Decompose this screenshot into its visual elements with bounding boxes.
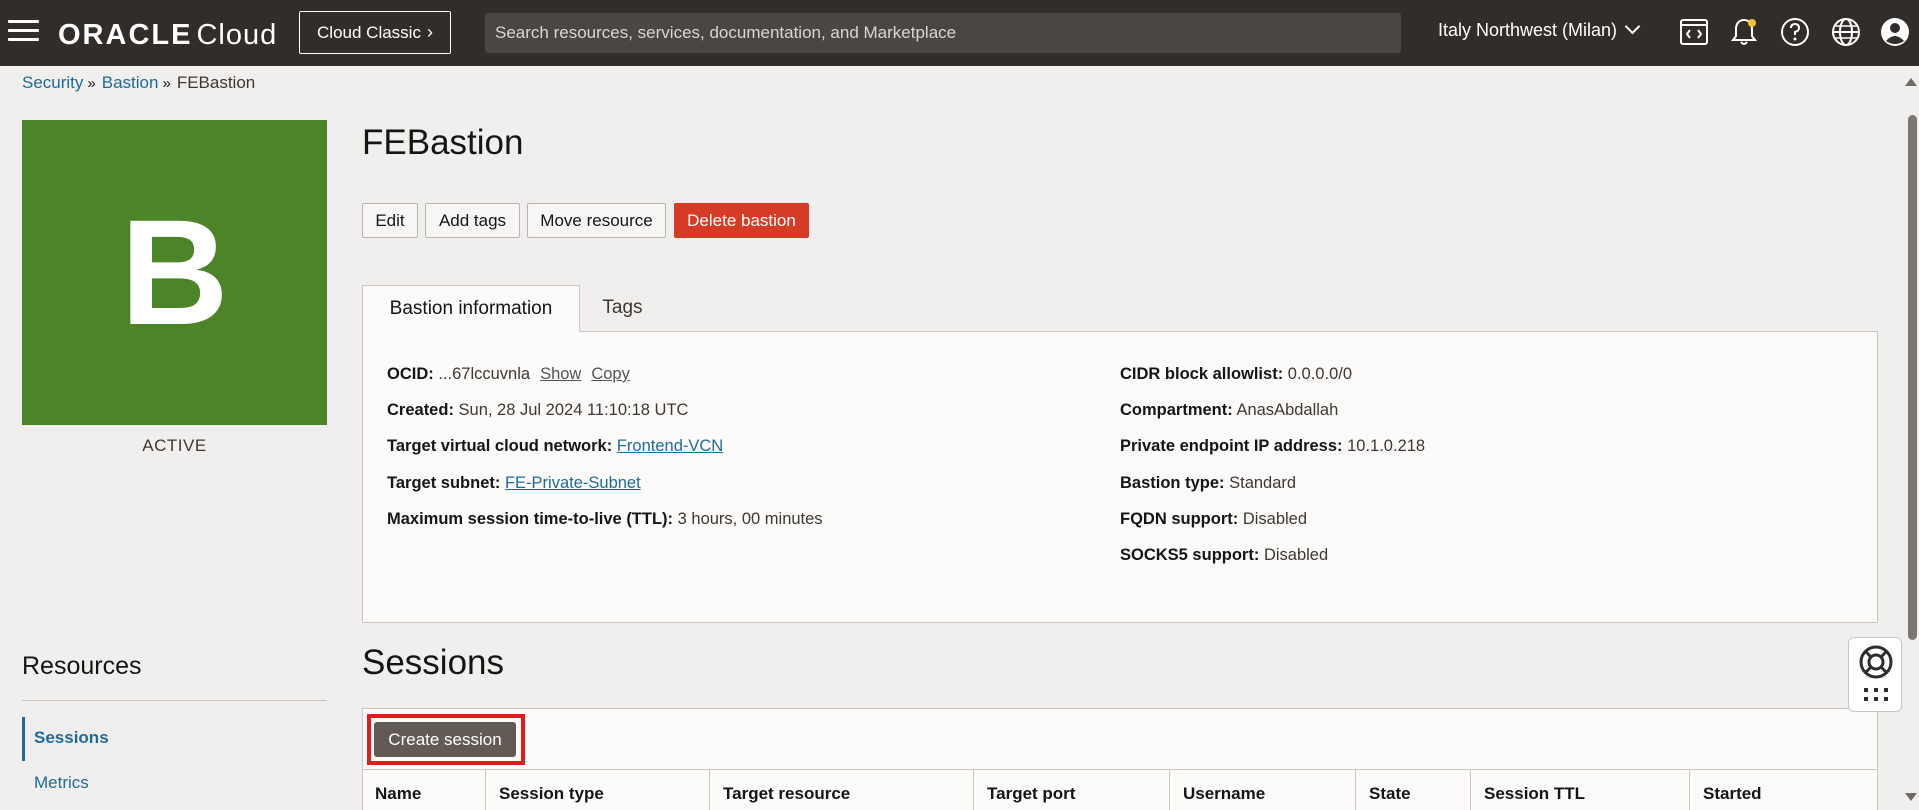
search-input[interactable]: Search resources, services, documentatio… bbox=[485, 13, 1401, 53]
resource-link-sessions[interactable]: Sessions bbox=[22, 717, 109, 761]
column-header-username[interactable]: Username bbox=[1170, 770, 1356, 810]
socks5-support-field: SOCKS5 support: Disabled bbox=[1120, 546, 1329, 564]
column-header-session-type[interactable]: Session type bbox=[486, 770, 710, 810]
create-session-button[interactable]: Create session bbox=[374, 722, 516, 757]
language-globe-icon[interactable] bbox=[1830, 16, 1862, 48]
column-header-state[interactable]: State bbox=[1356, 770, 1471, 810]
delete-bastion-button[interactable]: Delete bastion bbox=[674, 203, 809, 238]
fqdn-support-field: FQDN support: Disabled bbox=[1120, 510, 1308, 528]
scroll-down-arrow-icon[interactable] bbox=[1905, 793, 1917, 801]
sessions-heading: Sessions bbox=[362, 643, 505, 682]
lifebuoy-icon bbox=[1859, 645, 1893, 701]
oracle-cloud-logo[interactable]: ORACLE Cloud bbox=[58, 19, 277, 52]
resource-tile-letter: B bbox=[120, 188, 229, 356]
ocid-field: OCID: ...67lccuvnla Show Copy bbox=[387, 365, 630, 383]
compartment-field: Compartment: AnasAbdallah bbox=[1120, 401, 1339, 419]
max-ttl-field: Maximum session time-to-live (TTL): 3 ho… bbox=[387, 510, 823, 528]
move-resource-button[interactable]: Move resource bbox=[527, 203, 666, 238]
column-header-started[interactable]: Started bbox=[1690, 770, 1878, 810]
cloud-classic-button[interactable]: Cloud Classic › bbox=[299, 11, 451, 54]
tab-bastion-information[interactable]: Bastion information bbox=[362, 285, 580, 332]
add-tags-button[interactable]: Add tags bbox=[425, 203, 520, 238]
help-widget[interactable] bbox=[1848, 637, 1902, 712]
ocid-copy-link[interactable]: Copy bbox=[591, 365, 630, 383]
target-subnet-link[interactable]: FE-Private-Subnet bbox=[505, 474, 641, 492]
page-title: FEBastion bbox=[362, 123, 524, 162]
user-profile-icon[interactable] bbox=[1879, 16, 1911, 48]
column-header-target-resource[interactable]: Target resource bbox=[710, 770, 974, 810]
code-editor-icon[interactable] bbox=[1678, 16, 1710, 48]
top-bar: ORACLE Cloud Cloud Classic › Search resour… bbox=[0, 0, 1919, 66]
scrollbar-thumb[interactable] bbox=[1908, 115, 1917, 640]
menu-icon[interactable] bbox=[8, 20, 39, 44]
target-vcn-field: Target virtual cloud network: Frontend-V… bbox=[387, 437, 724, 455]
bastion-type-field: Bastion type: Standard bbox=[1120, 474, 1297, 492]
resource-tile: B bbox=[22, 120, 327, 425]
column-header-session-ttl[interactable]: Session TTL bbox=[1471, 770, 1690, 810]
resource-link-metrics[interactable]: Metrics bbox=[34, 773, 89, 793]
chevron-right-icon: › bbox=[426, 22, 433, 42]
private-endpoint-ip-field: Private endpoint IP address: 10.1.0.218 bbox=[1120, 437, 1426, 455]
help-icon[interactable] bbox=[1779, 16, 1811, 48]
status-label: ACTIVE bbox=[142, 436, 207, 455]
scroll-up-arrow-icon[interactable] bbox=[1905, 78, 1917, 86]
resources-heading: Resources bbox=[22, 652, 142, 680]
bastion-information-panel: OCID: ...67lccuvnla Show Copy Created: Sun… bbox=[362, 331, 1878, 623]
divider bbox=[22, 700, 327, 701]
region-selector[interactable]: Italy Northwest (Milan) bbox=[1438, 18, 1641, 41]
breadcrumb-bastion[interactable]: Bastion bbox=[102, 73, 159, 92]
breadcrumb-security[interactable]: Security bbox=[22, 73, 83, 92]
sessions-table-header: Name Session type Target resource Target… bbox=[362, 769, 1878, 810]
target-subnet-field: Target subnet: FE-Private-Subnet bbox=[387, 474, 641, 492]
target-vcn-link[interactable]: Frontend-VCN bbox=[617, 437, 723, 455]
ocid-show-link[interactable]: Show bbox=[540, 365, 581, 383]
created-field: Created: Sun, 28 Jul 2024 11:10:18 UTC bbox=[387, 401, 689, 419]
notifications-bell-icon[interactable] bbox=[1728, 16, 1760, 48]
column-header-target-port[interactable]: Target port bbox=[974, 770, 1170, 810]
chevron-down-icon bbox=[1624, 18, 1641, 35]
tab-tags[interactable]: Tags bbox=[580, 285, 665, 331]
cidr-allowlist-field: CIDR block allowlist: 0.0.0.0/0 bbox=[1120, 365, 1353, 383]
edit-button[interactable]: Edit bbox=[362, 203, 418, 238]
breadcrumb: Security» Bastion» FEBastion bbox=[22, 73, 256, 92]
breadcrumb-current: FEBastion bbox=[176, 73, 256, 92]
column-header-name[interactable]: Name bbox=[362, 770, 486, 810]
